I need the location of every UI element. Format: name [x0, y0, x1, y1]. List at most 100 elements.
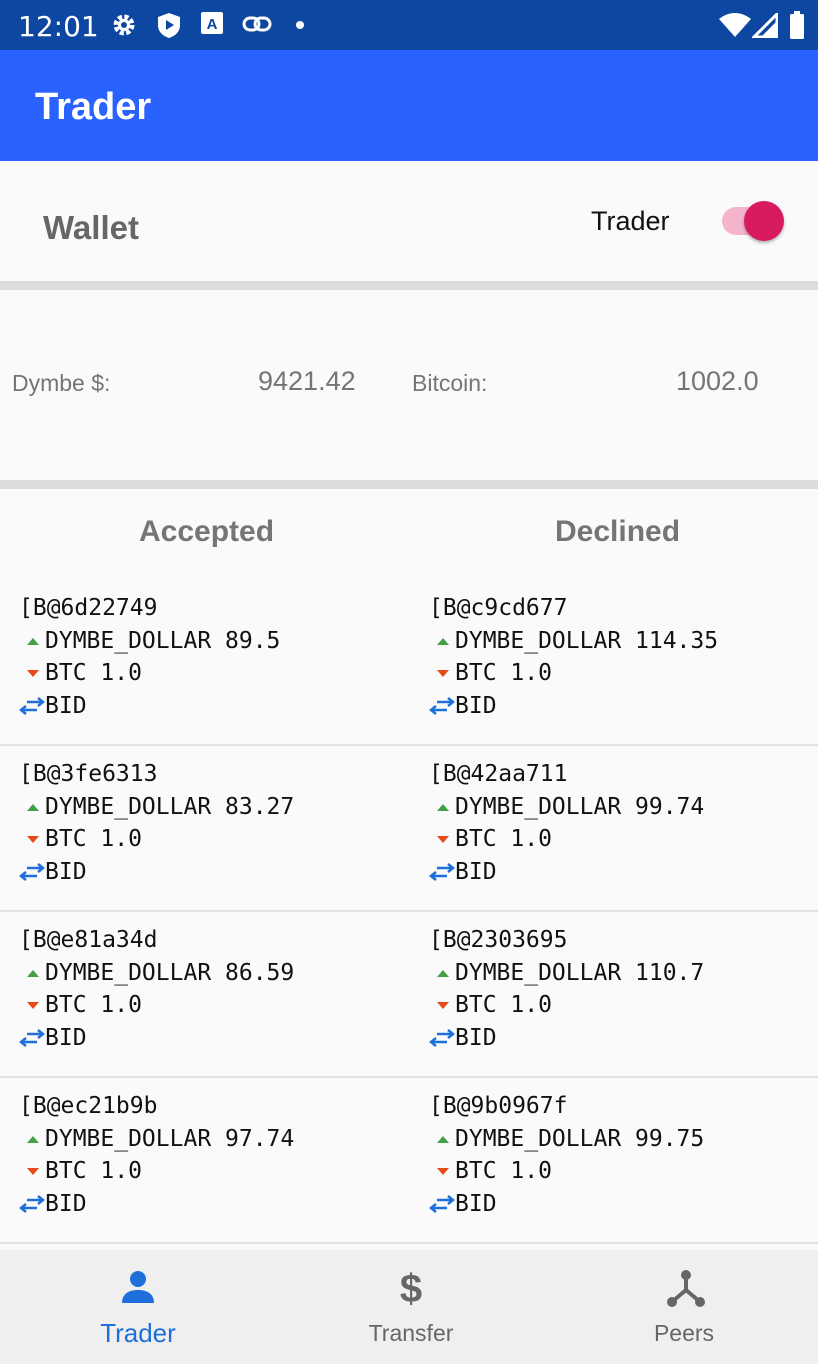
- declined-trade-item[interactable]: [B@c9cd677 DYMBE_DOLLAR 114.35 BTC 1.0 B…: [429, 592, 718, 723]
- trade-id: [B@42aa711: [429, 761, 568, 787]
- screen: 12:01 A Trader Wallet Trader Dymbe $: 94…: [0, 0, 818, 1364]
- nav-item-peers[interactable]: Peers: [548, 1250, 818, 1364]
- wifi-icon: [719, 13, 751, 37]
- trade-btc-amount: BTC 1.0: [455, 1158, 552, 1185]
- swap-arrows-icon: [19, 862, 45, 881]
- trade-btc-amount: BTC 1.0: [455, 660, 552, 687]
- divider: [0, 281, 818, 290]
- trade-btc-line: BTC 1.0: [19, 989, 294, 1022]
- trade-dymbe-amount: DYMBE_DOLLAR 97.74: [45, 1125, 295, 1152]
- notification-dot-icon: [296, 21, 304, 29]
- arrow-down-icon: [437, 1167, 449, 1175]
- trade-btc-amount: BTC 1.0: [45, 660, 142, 687]
- trade-btc-amount: BTC 1.0: [45, 826, 142, 853]
- trade-type: BID: [455, 693, 497, 720]
- arrow-down-icon: [27, 835, 39, 843]
- nav-item-transfer[interactable]: $ Transfer: [275, 1250, 547, 1364]
- svg-text:$: $: [400, 1268, 422, 1308]
- trader-toggle-label: Trader: [591, 206, 670, 236]
- trade-btc-amount: BTC 1.0: [455, 826, 552, 853]
- app-bar: Trader: [0, 50, 818, 161]
- trade-dymbe-line: DYMBE_DOLLAR 89.5: [19, 625, 280, 658]
- divider: [0, 480, 818, 489]
- trade-btc-line: BTC 1.0: [429, 989, 704, 1022]
- arrow-down-icon: [27, 1001, 39, 1009]
- trade-type-line: BID: [429, 1022, 704, 1055]
- bitcoin-value: 1002.0: [676, 366, 759, 396]
- arrow-down-icon: [437, 669, 449, 677]
- declined-trade-item[interactable]: [B@9b0967f DYMBE_DOLLAR 99.75 BTC 1.0 BI…: [429, 1090, 704, 1221]
- trade-dymbe-amount: DYMBE_DOLLAR 99.75: [455, 1125, 705, 1152]
- settings-icon: [113, 14, 135, 36]
- accepted-header: Accepted: [139, 515, 275, 548]
- declined-trade-item[interactable]: [B@42aa711 DYMBE_DOLLAR 99.74 BTC 1.0 BI…: [429, 758, 704, 889]
- wallet-header: Wallet Trader: [0, 161, 818, 281]
- person-icon: [122, 1271, 154, 1303]
- trade-type-line: BID: [19, 1022, 294, 1055]
- bitcoin-label: Bitcoin:: [412, 370, 488, 396]
- trade-id: [B@e81a34d: [19, 927, 158, 953]
- dollar-icon: $: [400, 1268, 422, 1308]
- trade-btc-line: BTC 1.0: [19, 1155, 294, 1188]
- trade-btc-line: BTC 1.0: [429, 657, 718, 690]
- trade-type: BID: [455, 859, 497, 886]
- trade-row: [B@6d22749 DYMBE_DOLLAR 89.5 BTC 1.0 BID…: [0, 580, 818, 746]
- trade-type: BID: [455, 1191, 497, 1218]
- trade-dymbe-amount: DYMBE_DOLLAR 114.35: [455, 627, 719, 654]
- swap-arrows-icon: [19, 1028, 45, 1047]
- trade-type-line: BID: [429, 856, 704, 889]
- trade-type: BID: [45, 693, 87, 720]
- trade-type-line: BID: [429, 1188, 704, 1221]
- trader-toggle-switch[interactable]: [718, 201, 784, 241]
- trade-type: BID: [45, 1191, 87, 1218]
- accepted-trade-item[interactable]: [B@3fe6313 DYMBE_DOLLAR 83.27 BTC 1.0 BI…: [19, 758, 294, 889]
- trade-btc-line: BTC 1.0: [429, 823, 704, 856]
- nav-item-trader[interactable]: Trader: [2, 1250, 274, 1364]
- trade-type: BID: [45, 1025, 87, 1052]
- trade-dymbe-amount: DYMBE_DOLLAR 86.59: [45, 959, 295, 986]
- dymbe-label: Dymbe $:: [12, 370, 111, 396]
- trade-type-line: BID: [429, 690, 718, 723]
- trade-btc-line: BTC 1.0: [19, 657, 280, 690]
- swap-arrows-icon: [19, 1194, 45, 1213]
- peers-network-icon: [667, 1270, 705, 1307]
- svg-text:A: A: [207, 16, 218, 33]
- trade-row: [B@e81a34d DYMBE_DOLLAR 86.59 BTC 1.0 BI…: [0, 912, 818, 1078]
- trade-dymbe-amount: DYMBE_DOLLAR 89.5: [45, 627, 281, 654]
- declined-header: Declined: [555, 515, 681, 548]
- arrow-up-icon: [437, 638, 449, 646]
- accepted-trade-item[interactable]: [B@ec21b9b DYMBE_DOLLAR 97.74 BTC 1.0 BI…: [19, 1090, 294, 1221]
- trade-row: [B@3fe6313 DYMBE_DOLLAR 83.27 BTC 1.0 BI…: [0, 746, 818, 912]
- text-a-icon: A: [201, 12, 223, 34]
- trade-row: [B@ec21b9b DYMBE_DOLLAR 97.74 BTC 1.0 BI…: [0, 1078, 818, 1244]
- nav-label-transfer: Transfer: [368, 1320, 454, 1346]
- arrow-up-icon: [437, 1136, 449, 1144]
- accepted-trade-item[interactable]: [B@e81a34d DYMBE_DOLLAR 86.59 BTC 1.0 BI…: [19, 924, 294, 1055]
- arrow-up-icon: [437, 970, 449, 978]
- swap-arrows-icon: [429, 1194, 455, 1213]
- trade-id: [B@3fe6313: [19, 761, 158, 787]
- balances-section: Dymbe $: 9421.42 Bitcoin: 1002.0: [0, 290, 818, 480]
- accepted-trade-item[interactable]: [B@6d22749 DYMBE_DOLLAR 89.5 BTC 1.0 BID: [19, 592, 280, 723]
- trade-dymbe-line: DYMBE_DOLLAR 97.74: [19, 1123, 294, 1156]
- trades-list: [B@6d22749 DYMBE_DOLLAR 89.5 BTC 1.0 BID…: [0, 580, 818, 1244]
- cell-signal-icon: [752, 13, 778, 38]
- trade-dymbe-amount: DYMBE_DOLLAR 110.7: [455, 959, 705, 986]
- app-title: Trader: [35, 86, 152, 128]
- arrow-down-icon: [27, 1167, 39, 1175]
- trade-btc-amount: BTC 1.0: [45, 992, 142, 1019]
- shield-play-icon: [158, 13, 180, 38]
- toggle-thumb[interactable]: [744, 201, 784, 241]
- swap-arrows-icon: [429, 1028, 455, 1047]
- trade-dymbe-line: DYMBE_DOLLAR 114.35: [429, 625, 718, 658]
- declined-trade-item[interactable]: [B@2303695 DYMBE_DOLLAR 110.7 BTC 1.0 BI…: [429, 924, 704, 1055]
- trade-dymbe-line: DYMBE_DOLLAR 83.27: [19, 791, 294, 824]
- nav-label-peers: Peers: [653, 1320, 715, 1346]
- trade-btc-line: BTC 1.0: [429, 1155, 704, 1188]
- trade-type: BID: [45, 859, 87, 886]
- trade-id: [B@c9cd677: [429, 595, 568, 621]
- trade-dymbe-amount: DYMBE_DOLLAR 83.27: [45, 793, 295, 820]
- swap-arrows-icon: [19, 696, 45, 715]
- battery-icon: [790, 11, 804, 39]
- arrow-down-icon: [437, 835, 449, 843]
